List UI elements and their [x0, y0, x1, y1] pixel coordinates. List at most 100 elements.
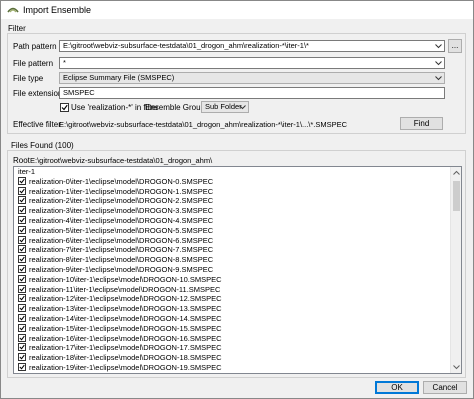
row-checkbox[interactable] — [18, 323, 26, 332]
file-pattern-label: File pattern — [13, 59, 54, 68]
row-checkbox[interactable] — [18, 313, 26, 322]
path-pattern-value: E:\gitroot\webviz-subsurface-testdata\01… — [63, 41, 309, 50]
checkmark-icon — [19, 315, 25, 321]
scroll-up-icon[interactable] — [453, 170, 460, 176]
row-label: realization-12\iter-1\eclipse\model\DROG… — [29, 294, 222, 304]
row-label: realization-0\iter-1\eclipse\model\DROGO… — [29, 176, 214, 186]
row-label: realization-13\iter-1\eclipse\model\DROG… — [29, 304, 222, 314]
tree-row[interactable]: realization-13\iter-1\eclipse\model\DROG… — [14, 304, 451, 314]
tree-row[interactable]: realization-9\iter-1\eclipse\model\DROGO… — [14, 264, 451, 275]
tree-row[interactable]: realization-15\iter-1\eclipse\model\DROG… — [14, 323, 451, 334]
row-checkbox[interactable] — [18, 353, 26, 362]
row-checkbox[interactable] — [18, 225, 26, 234]
row-label: realization-4\iter-1\eclipse\model\DROGO… — [29, 215, 214, 225]
tree-row[interactable]: realization-6\iter-1\eclipse\model\DROGO… — [14, 235, 451, 246]
checkmark-icon — [61, 104, 68, 111]
row-checkbox[interactable] — [18, 294, 26, 303]
row-checkbox[interactable] — [18, 235, 26, 244]
checkmark-icon — [19, 256, 25, 262]
path-pattern-label: Path pattern — [13, 42, 57, 51]
checkmark-icon — [19, 178, 25, 184]
find-button[interactable]: Find — [400, 117, 443, 130]
row-checkbox[interactable] — [18, 264, 26, 273]
row-label: realization-3\iter-1\eclipse\model\DROGO… — [29, 206, 214, 216]
checkmark-icon — [19, 188, 25, 194]
window-title: Import Ensemble — [23, 5, 92, 15]
title-bar[interactable]: Import Ensemble — [1, 1, 473, 19]
tree-row[interactable]: realization-0\iter-1\eclipse\model\DROGO… — [14, 176, 451, 187]
browse-button[interactable]: ... — [448, 39, 462, 53]
tree-row[interactable]: realization-8\iter-1\eclipse\model\DROGO… — [14, 255, 451, 265]
chevron-down-icon — [435, 76, 442, 81]
tree-group-header[interactable]: iter-1 — [14, 167, 451, 177]
effective-filter-label: Effective filter — [13, 120, 61, 129]
row-checkbox[interactable] — [18, 333, 26, 342]
row-label: realization-7\iter-1\eclipse\model\DROGO… — [29, 245, 214, 255]
row-label: realization-1\iter-1\eclipse\model\DROGO… — [29, 186, 214, 196]
row-checkbox[interactable] — [18, 304, 26, 313]
import-ensemble-dialog: Import Ensemble Filter Path pattern E:\g… — [0, 0, 474, 399]
tree-row[interactable]: realization-1\iter-1\eclipse\model\DROGO… — [14, 186, 451, 197]
row-label: realization-5\iter-1\eclipse\model\DROGO… — [29, 225, 214, 235]
tree-row[interactable]: realization-14\iter-1\eclipse\model\DROG… — [14, 313, 451, 324]
tree-row[interactable]: realization-10\iter-1\eclipse\model\DROG… — [14, 274, 451, 285]
use-realization-checkbox[interactable] — [60, 103, 69, 112]
file-pattern-combo[interactable]: * — [59, 57, 445, 69]
row-checkbox[interactable] — [18, 274, 26, 283]
row-label: realization-9\iter-1\eclipse\model\DROGO… — [29, 264, 214, 274]
row-checkbox[interactable] — [18, 245, 26, 254]
row-checkbox[interactable] — [18, 215, 26, 224]
tree-row[interactable]: realization-5\iter-1\eclipse\model\DROGO… — [14, 225, 451, 236]
checkmark-icon — [19, 286, 25, 292]
tree-row[interactable]: realization-2\iter-1\eclipse\model\DROGO… — [14, 196, 451, 206]
row-checkbox[interactable] — [18, 362, 26, 371]
ok-button[interactable]: OK — [375, 381, 419, 394]
chevron-down-icon — [239, 105, 246, 110]
checkmark-icon — [19, 296, 25, 301]
row-checkbox[interactable] — [18, 206, 26, 215]
tree-row[interactable]: realization-7\iter-1\eclipse\model\DROGO… — [14, 245, 451, 255]
row-label: realization-17\iter-1\eclipse\model\DROG… — [29, 343, 222, 353]
tree-row[interactable]: realization-18\iter-1\eclipse\model\DROG… — [14, 353, 451, 363]
file-pattern-value: * — [63, 58, 66, 67]
row-label: realization-18\iter-1\eclipse\model\DROG… — [29, 353, 222, 363]
tree-row[interactable]: realization-17\iter-1\eclipse\model\DROG… — [14, 343, 451, 353]
checkmark-icon — [19, 325, 25, 331]
cancel-button[interactable]: Cancel — [423, 381, 467, 394]
row-label: realization-16\iter-1\eclipse\model\DROG… — [29, 333, 222, 343]
path-pattern-combo[interactable]: E:\gitroot\webviz-subsurface-testdata\01… — [59, 40, 445, 52]
row-checkbox[interactable] — [18, 186, 26, 195]
row-checkbox[interactable] — [18, 343, 26, 352]
row-label: realization-2\iter-1\eclipse\model\DROGO… — [29, 196, 214, 206]
checkmark-icon — [19, 217, 25, 223]
chevron-down-icon — [435, 61, 442, 66]
checkmark-icon — [19, 335, 25, 341]
vertical-scrollbar[interactable] — [450, 167, 461, 373]
tree-row[interactable]: realization-16\iter-1\eclipse\model\DROG… — [14, 333, 451, 344]
tree-row[interactable]: realization-12\iter-1\eclipse\model\DROG… — [14, 294, 451, 304]
tree-row[interactable]: realization-11\iter-1\eclipse\model\DROG… — [14, 284, 451, 295]
tree-row[interactable]: realization-3\iter-1\eclipse\model\DROGO… — [14, 206, 451, 216]
filter-group-title: Filter — [8, 24, 26, 33]
scrollbar-thumb[interactable] — [453, 181, 460, 211]
row-label: realization-10\iter-1\eclipse\model\DROG… — [29, 274, 222, 284]
scroll-down-icon[interactable] — [453, 364, 460, 370]
files-tree-content: iter-1 realization-0\iter-1\eclipse\mode… — [14, 167, 451, 373]
effective-filter-value: E:\gitroot\webviz-subsurface-testdata\01… — [59, 120, 348, 129]
tree-group-label: iter-1 — [18, 167, 36, 176]
row-checkbox[interactable] — [18, 196, 26, 205]
tree-row[interactable]: realization-19\iter-1\eclipse\model\DROG… — [14, 362, 451, 373]
checkmark-icon — [19, 354, 25, 360]
files-tree[interactable]: iter-1 realization-0\iter-1\eclipse\mode… — [13, 166, 462, 374]
file-extension-label: File extension — [13, 89, 63, 98]
row-checkbox[interactable] — [18, 176, 26, 185]
ensemble-grouping-select[interactable]: Sub Folder — [201, 101, 249, 113]
file-type-label: File type — [13, 74, 44, 83]
root-label: Root — [13, 156, 30, 165]
checkmark-icon — [19, 237, 25, 243]
file-extension-input[interactable]: SMSPEC — [59, 87, 445, 99]
file-type-select[interactable]: Eclipse Summary File (SMSPEC) — [59, 72, 445, 84]
row-checkbox[interactable] — [18, 284, 26, 293]
tree-row[interactable]: realization-4\iter-1\eclipse\model\DROGO… — [14, 215, 451, 226]
row-checkbox[interactable] — [18, 255, 26, 264]
